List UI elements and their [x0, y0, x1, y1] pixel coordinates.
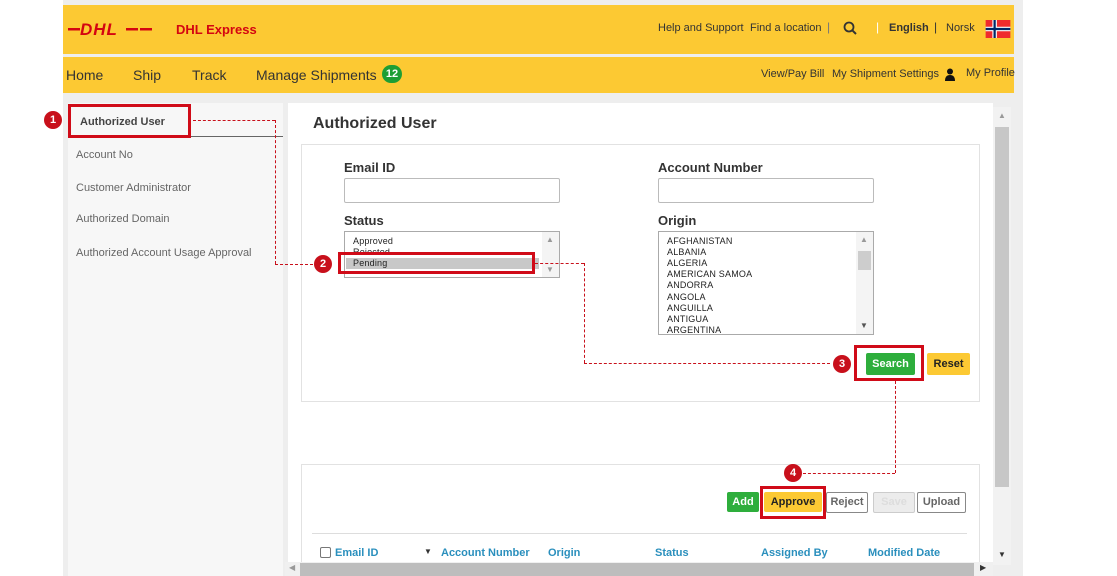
scroll-down-icon[interactable]: ▼: [998, 550, 1006, 559]
select-all-checkbox[interactable]: [320, 547, 331, 558]
language-norsk[interactable]: Norsk: [946, 22, 975, 34]
view-pay-bill-link[interactable]: View/Pay Bill: [761, 68, 824, 80]
step-marker-2: 2: [314, 255, 332, 273]
origin-option[interactable]: ALBANIA: [667, 247, 706, 257]
my-profile-link[interactable]: My Profile: [966, 67, 1015, 79]
sort-down-icon[interactable]: ▼: [424, 547, 432, 556]
disabled-action-button: Save: [873, 492, 915, 513]
page-title: Authorized User: [313, 115, 437, 132]
status-listbox-scrollbar[interactable]: ▲ ▼: [542, 232, 559, 277]
scroll-up-icon[interactable]: ▲: [546, 235, 554, 244]
svg-text:DHL: DHL: [80, 21, 118, 37]
origin-option[interactable]: AFGHANISTAN: [667, 236, 733, 246]
column-modified-date[interactable]: Modified Date: [868, 547, 940, 559]
help-support-link[interactable]: Help and Support: [658, 22, 744, 34]
origin-option[interactable]: ALGERIA: [667, 258, 707, 268]
reset-button[interactable]: Reset: [927, 353, 970, 375]
nav-manage-shipments[interactable]: Manage Shipments: [256, 67, 377, 83]
email-label: Email ID: [344, 160, 396, 175]
sidebar-item-authorized-domain[interactable]: Authorized Domain: [76, 213, 170, 225]
connector-line: [275, 120, 276, 264]
search-icon[interactable]: [843, 21, 857, 35]
column-email-id[interactable]: Email ID: [335, 547, 378, 559]
find-location-link[interactable]: Find a location: [750, 22, 822, 34]
nav-track[interactable]: Track: [192, 67, 226, 83]
step-marker-3: 3: [833, 355, 851, 373]
sidebar-item-account-no[interactable]: Account No: [76, 149, 133, 161]
highlight-box-search: [854, 345, 924, 381]
origin-listbox-scrollbar[interactable]: ▲ ▼: [856, 232, 873, 334]
connector-line: [895, 381, 896, 473]
highlight-box-pending: [338, 252, 535, 274]
connector-line: [275, 264, 313, 265]
connector-line: [193, 120, 275, 121]
column-status[interactable]: Status: [655, 547, 689, 559]
account-number-label: Account Number: [658, 160, 763, 175]
reject-button[interactable]: Reject: [826, 492, 868, 513]
scroll-thumb[interactable]: [858, 251, 871, 270]
highlight-box-approve: [760, 486, 826, 519]
connector-line: [584, 263, 585, 363]
highlight-box-authorized-user: [68, 104, 191, 138]
language-english[interactable]: English: [889, 22, 929, 34]
status-label: Status: [344, 213, 384, 228]
scroll-right-icon[interactable]: ▶: [980, 563, 986, 572]
account-number-input[interactable]: [658, 178, 874, 203]
horizontal-scrollbar[interactable]: ◀ ▶: [285, 562, 993, 576]
scroll-down-icon[interactable]: ▼: [860, 321, 868, 330]
vertical-scroll-thumb[interactable]: [995, 127, 1009, 487]
origin-option[interactable]: ANGUILLA: [667, 303, 713, 313]
manage-shipments-badge: 12: [382, 65, 402, 83]
scroll-up-icon[interactable]: ▲: [860, 235, 868, 244]
origin-label: Origin: [658, 213, 697, 228]
sidebar-item-account-usage-approval[interactable]: Authorized Account Usage Approval: [76, 247, 252, 259]
sidebar-item-customer-administrator[interactable]: Customer Administrator: [76, 182, 191, 194]
upload-button[interactable]: Upload: [917, 492, 966, 513]
shipment-settings-link[interactable]: My Shipment Settings: [832, 68, 939, 80]
separator: |: [876, 20, 880, 34]
connector-line: [584, 363, 830, 364]
nav-home[interactable]: Home: [66, 67, 103, 83]
column-origin[interactable]: Origin: [548, 547, 580, 559]
scroll-left-icon[interactable]: ◀: [289, 563, 295, 572]
norway-flag-icon[interactable]: [985, 20, 1011, 38]
table-divider: [312, 533, 967, 534]
connector-line: [535, 263, 584, 264]
email-input[interactable]: [344, 178, 560, 203]
origin-listbox[interactable]: AFGHANISTAN ALBANIA ALGERIA AMERICAN SAM…: [658, 231, 874, 335]
add-button[interactable]: Add: [727, 492, 759, 512]
brand-name: DHL Express: [176, 22, 257, 37]
origin-option[interactable]: ANGOLA: [667, 292, 706, 302]
origin-option[interactable]: ARGENTINA: [667, 325, 721, 334]
origin-option[interactable]: ANDORRA: [667, 280, 713, 290]
connector-line: [803, 473, 895, 474]
scroll-down-icon[interactable]: ▼: [546, 265, 554, 274]
step-marker-4: 4: [784, 464, 802, 482]
origin-option[interactable]: AMERICAN SAMOA: [667, 269, 752, 279]
step-marker-1: 1: [44, 111, 62, 129]
vertical-scrollbar[interactable]: ▲ ▼: [993, 107, 1011, 565]
column-account-number[interactable]: Account Number: [441, 547, 530, 559]
column-assigned-by[interactable]: Assigned By: [761, 547, 828, 559]
results-panel: [301, 464, 980, 576]
horizontal-scroll-thumb[interactable]: [300, 563, 974, 576]
dhl-logo[interactable]: DHL: [68, 21, 163, 37]
status-option-approved[interactable]: Approved: [353, 236, 393, 246]
nav-ship[interactable]: Ship: [133, 67, 161, 83]
sidebar: [68, 103, 283, 576]
separator: |: [934, 20, 938, 34]
origin-option[interactable]: ANTIGUA: [667, 314, 708, 324]
user-icon[interactable]: [944, 68, 956, 81]
scroll-up-icon[interactable]: ▲: [998, 111, 1006, 120]
separator: |: [827, 20, 831, 34]
